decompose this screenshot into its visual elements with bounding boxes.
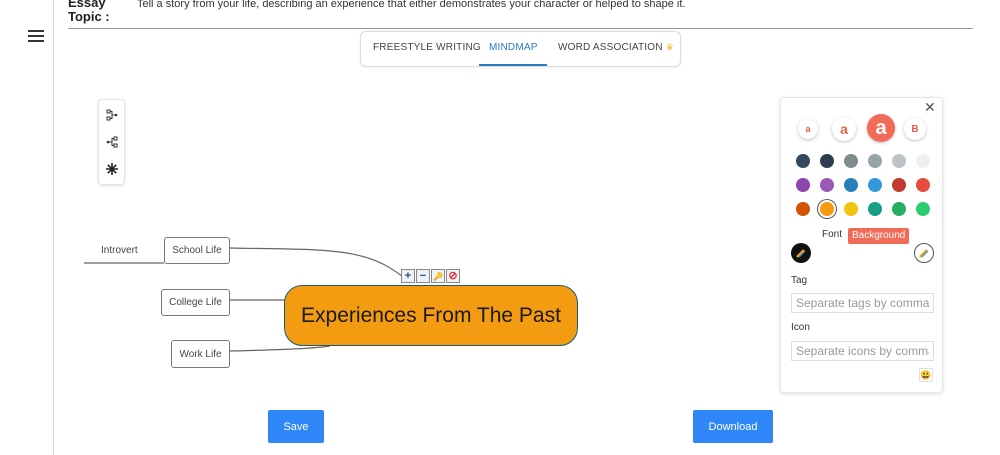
color-swatch[interactable]	[868, 178, 882, 192]
color-swatch[interactable]	[796, 178, 810, 192]
color-swatch[interactable]	[820, 154, 834, 168]
root-node[interactable]: Experiences From The Past	[284, 285, 578, 346]
color-swatch[interactable]	[844, 154, 858, 168]
font-color-picker-icon[interactable]	[791, 243, 811, 263]
color-swatch[interactable]	[844, 178, 858, 192]
save-button[interactable]: Save	[268, 410, 324, 443]
icon-input[interactable]	[791, 341, 934, 361]
color-swatch[interactable]	[916, 178, 930, 192]
font-bold-button[interactable]: B	[904, 118, 926, 140]
node-college-life[interactable]: College Life	[161, 289, 230, 316]
tag-label: Tag	[791, 275, 808, 286]
background-color-picker-icon[interactable]	[914, 243, 934, 263]
node-controls: + − 🔑 ⊘	[401, 269, 460, 283]
color-swatch[interactable]	[820, 202, 834, 216]
key-icon[interactable]: 🔑	[431, 269, 445, 283]
color-swatch[interactable]	[892, 202, 906, 216]
font-mode-toggle[interactable]: Font	[822, 229, 842, 240]
node-style-panel: ✕ a a a B Font Background Tag Icon 😃	[780, 97, 943, 393]
color-swatch[interactable]	[916, 202, 930, 216]
add-node-button[interactable]: +	[401, 269, 415, 283]
color-swatch[interactable]	[892, 154, 906, 168]
node-work-life[interactable]: Work Life	[171, 340, 230, 368]
color-swatch[interactable]	[796, 154, 810, 168]
download-button[interactable]: Download	[693, 410, 773, 443]
color-swatch[interactable]	[820, 178, 834, 192]
color-swatch[interactable]	[868, 154, 882, 168]
color-swatch[interactable]	[916, 154, 930, 168]
font-size-small-button[interactable]: a	[798, 119, 818, 139]
font-size-large-button[interactable]: a	[867, 114, 895, 142]
emoji-picker-icon[interactable]: 😃	[919, 368, 933, 382]
color-swatch[interactable]	[844, 202, 858, 216]
remove-node-button[interactable]: −	[416, 269, 430, 283]
connector-work-life	[229, 345, 331, 352]
node-introvert[interactable]: Introvert	[101, 245, 138, 256]
color-swatch[interactable]	[868, 202, 882, 216]
background-mode-toggle[interactable]: Background	[848, 228, 910, 244]
tag-input[interactable]	[791, 293, 934, 313]
color-swatch[interactable]	[796, 202, 810, 216]
connector-school-life	[229, 247, 411, 284]
icon-label: Icon	[791, 322, 810, 333]
cancel-icon[interactable]: ⊘	[446, 269, 460, 283]
font-size-medium-button[interactable]: a	[832, 117, 856, 141]
color-swatch[interactable]	[892, 178, 906, 192]
node-school-life[interactable]: School Life	[164, 237, 230, 264]
close-icon[interactable]: ✕	[924, 99, 936, 116]
